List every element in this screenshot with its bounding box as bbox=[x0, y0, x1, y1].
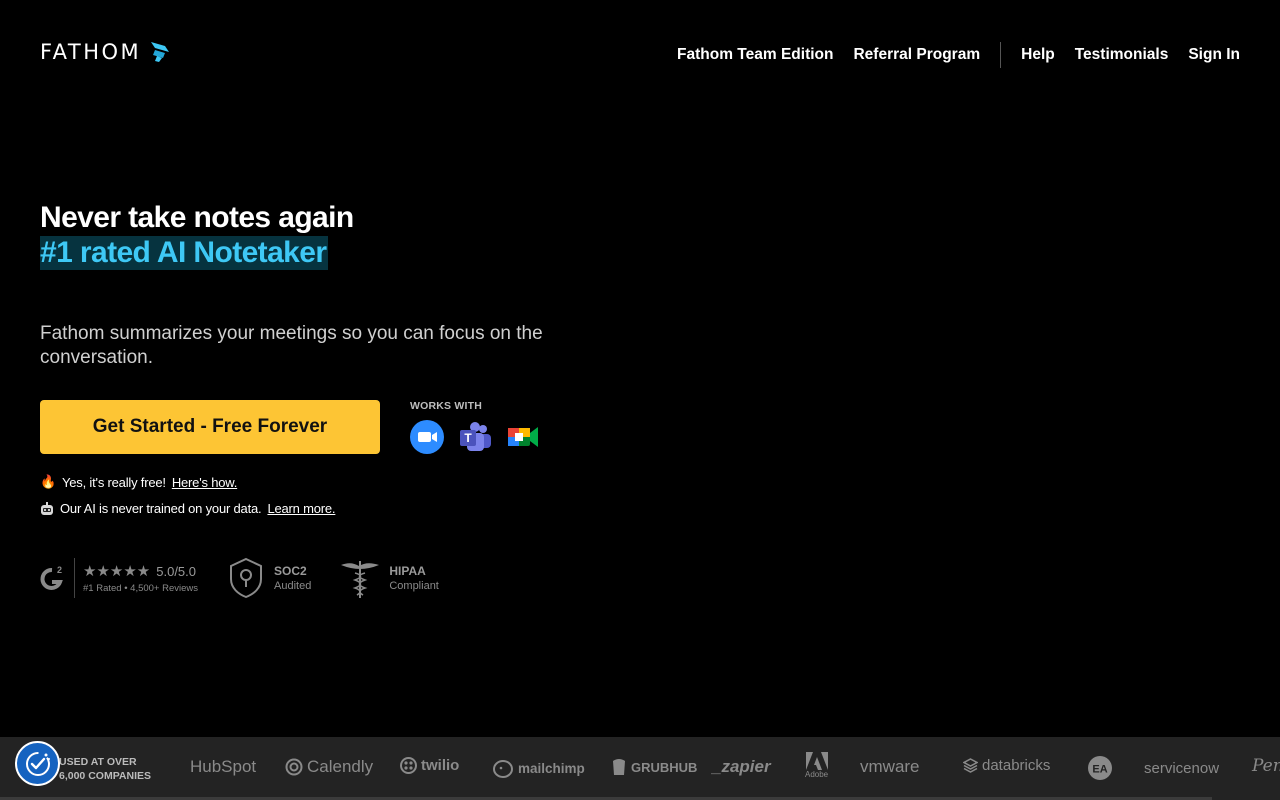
works-with: WORKS WITH T bbox=[410, 400, 540, 454]
calendly-label: Calendly bbox=[307, 757, 374, 776]
hero-subtitle: Fathom summarizes your meetings so you c… bbox=[40, 323, 543, 368]
mailchimp-label: mailchimp bbox=[518, 760, 585, 776]
calendly-logo: Calendly bbox=[285, 757, 373, 777]
consent-check-icon bbox=[25, 751, 50, 776]
g2-badge: 2 ★★★★★ 5.0/5.0 #1 Rated • 4,500+ Review… bbox=[40, 558, 198, 598]
shield-lock-icon bbox=[230, 557, 263, 599]
grubhub-logo: GRUBHUB bbox=[611, 757, 697, 777]
used-at-label: USED AT OVER 6,000 COMPANIES bbox=[59, 755, 151, 783]
free-note: 🔥 Yes, it's really free! Here's how. bbox=[40, 474, 237, 490]
nav-sign-in[interactable]: Sign In bbox=[1188, 46, 1240, 64]
mailchimp-icon bbox=[493, 760, 513, 778]
fire-icon: 🔥 bbox=[40, 474, 56, 489]
site-header: FATHOM Fathom Team Edition Referral Prog… bbox=[0, 0, 1280, 106]
databricks-icon bbox=[963, 758, 978, 773]
zapier-logo: _zapier bbox=[712, 757, 771, 776]
google-meet-icon bbox=[508, 427, 538, 447]
soc2-badge: SOC2 Audited bbox=[228, 557, 311, 599]
calendly-icon bbox=[285, 758, 303, 776]
g2-divider bbox=[74, 558, 75, 598]
g2-rating: 5.0/5.0 bbox=[156, 563, 197, 579]
vmware-logo: vmware bbox=[860, 757, 920, 776]
get-started-button[interactable]: Get Started - Free Forever bbox=[40, 400, 380, 454]
used-at-line2: 6,000 COMPANIES bbox=[59, 770, 152, 782]
trust-badges: 2 ★★★★★ 5.0/5.0 #1 Rated • 4,500+ Review… bbox=[40, 557, 439, 599]
robot-icon bbox=[41, 501, 53, 515]
heres-how-link[interactable]: Here's how. bbox=[172, 475, 238, 490]
pendo-logo: Pen bbox=[1252, 756, 1280, 776]
twilio-icon bbox=[400, 757, 417, 774]
main-nav: Fathom Team Edition Referral Program Hel… bbox=[677, 42, 1240, 68]
soc2-subtitle: Audited bbox=[274, 580, 312, 592]
headline-highlight: #1 rated AI Notetaker bbox=[40, 236, 329, 270]
adobe-logo: Adobe bbox=[805, 752, 828, 779]
zoom-icon bbox=[410, 420, 444, 454]
ea-logo: EA bbox=[1087, 755, 1113, 786]
nav-help[interactable]: Help bbox=[1021, 46, 1055, 64]
free-note-text: Yes, it's really free! bbox=[62, 474, 166, 490]
g2-icon: 2 bbox=[40, 565, 63, 590]
nav-team-edition[interactable]: Fathom Team Edition bbox=[677, 46, 833, 64]
svg-text:EA: EA bbox=[1092, 764, 1107, 776]
hipaa-subtitle: Compliant bbox=[389, 580, 439, 592]
g2-subtitle: #1 Rated • 4,500+ Reviews bbox=[83, 583, 199, 594]
nav-testimonials[interactable]: Testimonials bbox=[1075, 46, 1169, 64]
grubhub-label: GRUBHUB bbox=[631, 759, 698, 775]
g2-rating-block: ★★★★★ 5.0/5.0 #1 Rated • 4,500+ Reviews bbox=[83, 562, 198, 594]
fathom-logo-icon bbox=[151, 42, 170, 62]
company-logo-strip: USED AT OVER 6,000 COMPANIES HubSpot Cal… bbox=[0, 737, 1280, 800]
databricks-logo: databricks bbox=[963, 757, 1050, 774]
hipaa-title: HIPAA bbox=[389, 564, 426, 578]
nav-divider bbox=[1000, 42, 1002, 68]
twilio-logo: twilio bbox=[400, 757, 459, 774]
servicenow-logo: servicenow bbox=[1144, 760, 1220, 777]
svg-text:2: 2 bbox=[57, 565, 62, 575]
cookie-consent-button[interactable] bbox=[15, 741, 60, 786]
grubhub-icon bbox=[613, 759, 625, 775]
hero-headline: Never take notes again #1 rated AI Notet… bbox=[40, 200, 580, 270]
used-at-line1: USED AT OVER bbox=[59, 756, 137, 768]
g2-stars-row: ★★★★★ 5.0/5.0 bbox=[83, 562, 198, 580]
adobe-label: Adobe bbox=[805, 770, 829, 779]
star-rating-icon: ★★★★★ bbox=[83, 563, 151, 580]
hubspot-logo: HubSpot bbox=[190, 757, 257, 776]
svg-text:T: T bbox=[464, 431, 472, 445]
soc2-title: SOC2 bbox=[274, 564, 307, 578]
databricks-label: databricks bbox=[982, 757, 1051, 774]
ea-icon: EA bbox=[1088, 756, 1112, 780]
privacy-note-text: Our AI is never trained on your data. bbox=[60, 501, 262, 516]
logo-text: FATHOM bbox=[40, 40, 142, 64]
teams-icon: T bbox=[460, 422, 491, 451]
works-with-icons: T bbox=[410, 420, 540, 454]
headline: Never take notes again bbox=[40, 201, 354, 234]
adobe-icon bbox=[805, 752, 828, 770]
learn-more-link[interactable]: Learn more. bbox=[267, 501, 335, 516]
nav-referral-program[interactable]: Referral Program bbox=[853, 46, 980, 64]
privacy-note: Our AI is never trained on your data. Le… bbox=[40, 501, 336, 516]
caduceus-icon bbox=[341, 561, 380, 598]
works-with-label: WORKS WITH bbox=[410, 400, 482, 412]
hipaa-badge: HIPAA Compliant bbox=[339, 557, 439, 599]
fathom-logo[interactable]: FATHOM bbox=[40, 40, 170, 64]
mailchimp-logo: mailchimp bbox=[492, 757, 585, 779]
twilio-label: twilio bbox=[421, 757, 460, 774]
